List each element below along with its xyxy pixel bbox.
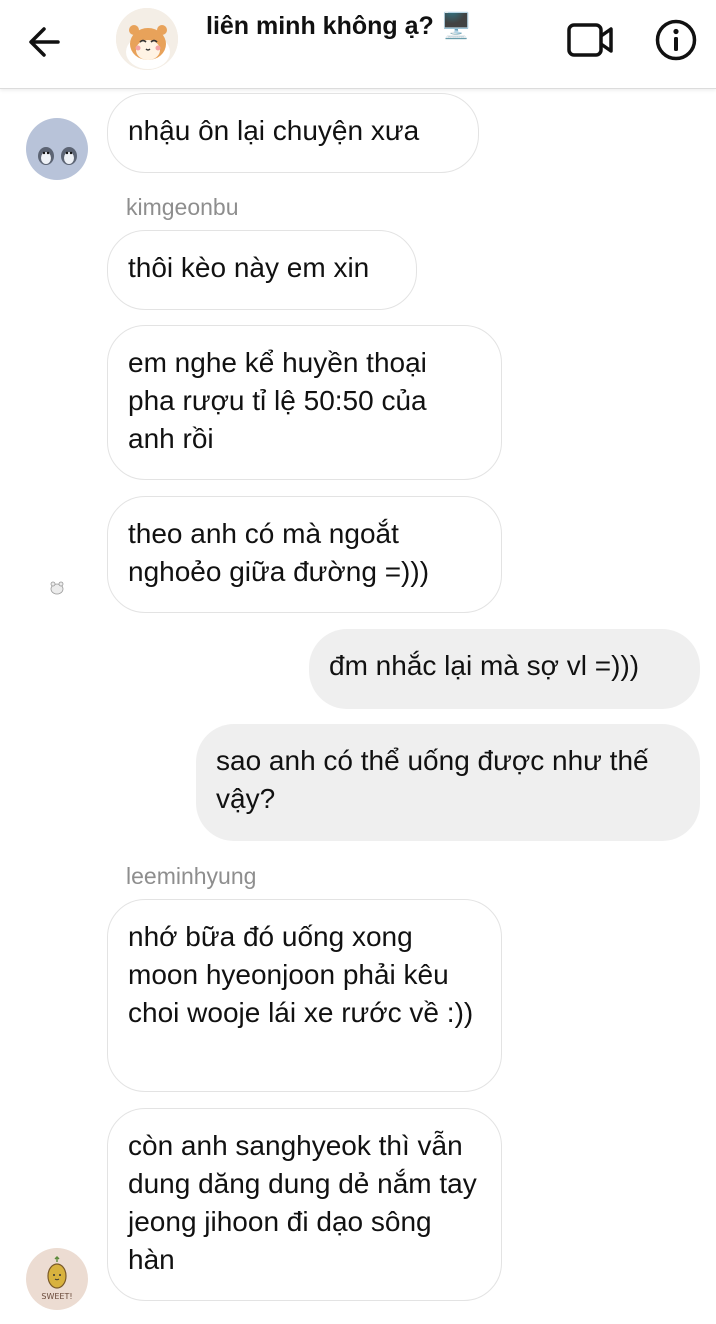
chat-title: liên minh không ạ? 🖥️ [206, 12, 472, 40]
sender-name: leeminhyung [126, 863, 257, 889]
message-bubble-outgoing[interactable]: sao anh có thể uống được như thế vậy? [196, 724, 700, 841]
video-call-button[interactable] [566, 20, 616, 60]
penguin-avatar-icon [26, 118, 88, 180]
info-icon [655, 19, 697, 61]
message-text: sao anh có thể uống được như thế vậy? [216, 745, 649, 814]
info-button[interactable] [654, 18, 698, 62]
message-text: đm nhắc lại mà sợ vl =))) [329, 650, 640, 681]
message-bubble-incoming[interactable]: nhớ bữa đó uống xong moon hyeonjoon phải… [107, 899, 502, 1092]
back-button[interactable] [22, 22, 68, 62]
message-bubble-outgoing[interactable]: đm nhắc lại mà sợ vl =))) [309, 629, 700, 709]
message-bubble-incoming[interactable]: nhậu ôn lại chuyện xưa [107, 93, 479, 173]
sender-avatar[interactable] [26, 118, 88, 180]
arrow-left-icon [29, 27, 60, 57]
read-receipt-avatar [48, 578, 66, 596]
sender-name: kimgeonbu [126, 194, 239, 220]
message-text: còn anh sanghyeok thì vẫn dung dăng dung… [128, 1130, 477, 1275]
message-text: em nghe kể huyền thoại pha rượu tỉ lệ 50… [128, 347, 427, 454]
avatar-caption: SWEET! [41, 1292, 73, 1301]
message-text: nhậu ôn lại chuyện xưa [128, 115, 420, 146]
bear-avatar-icon [48, 578, 66, 596]
message-bubble-incoming[interactable]: còn anh sanghyeok thì vẫn dung dăng dung… [107, 1108, 502, 1301]
group-avatar[interactable] [116, 8, 178, 70]
message-text: thôi kèo này em xin [128, 252, 370, 283]
message-bubble-incoming[interactable]: theo anh có mà ngoắt nghoẻo giữa đường =… [107, 496, 502, 613]
sender-avatar[interactable]: SWEET! [26, 1248, 88, 1310]
message-text: theo anh có mà ngoắt nghoẻo giữa đường =… [128, 518, 430, 587]
chat-header: liên minh không ạ? 🖥️ [0, 0, 716, 89]
message-bubble-incoming[interactable]: thôi kèo này em xin [107, 230, 417, 310]
hamster-avatar-icon [116, 8, 178, 70]
message-bubble-incoming[interactable]: em nghe kể huyền thoại pha rượu tỉ lệ 50… [107, 325, 502, 480]
message-text: nhớ bữa đó uống xong moon hyeonjoon phải… [128, 921, 474, 1028]
video-camera-icon [567, 23, 613, 57]
